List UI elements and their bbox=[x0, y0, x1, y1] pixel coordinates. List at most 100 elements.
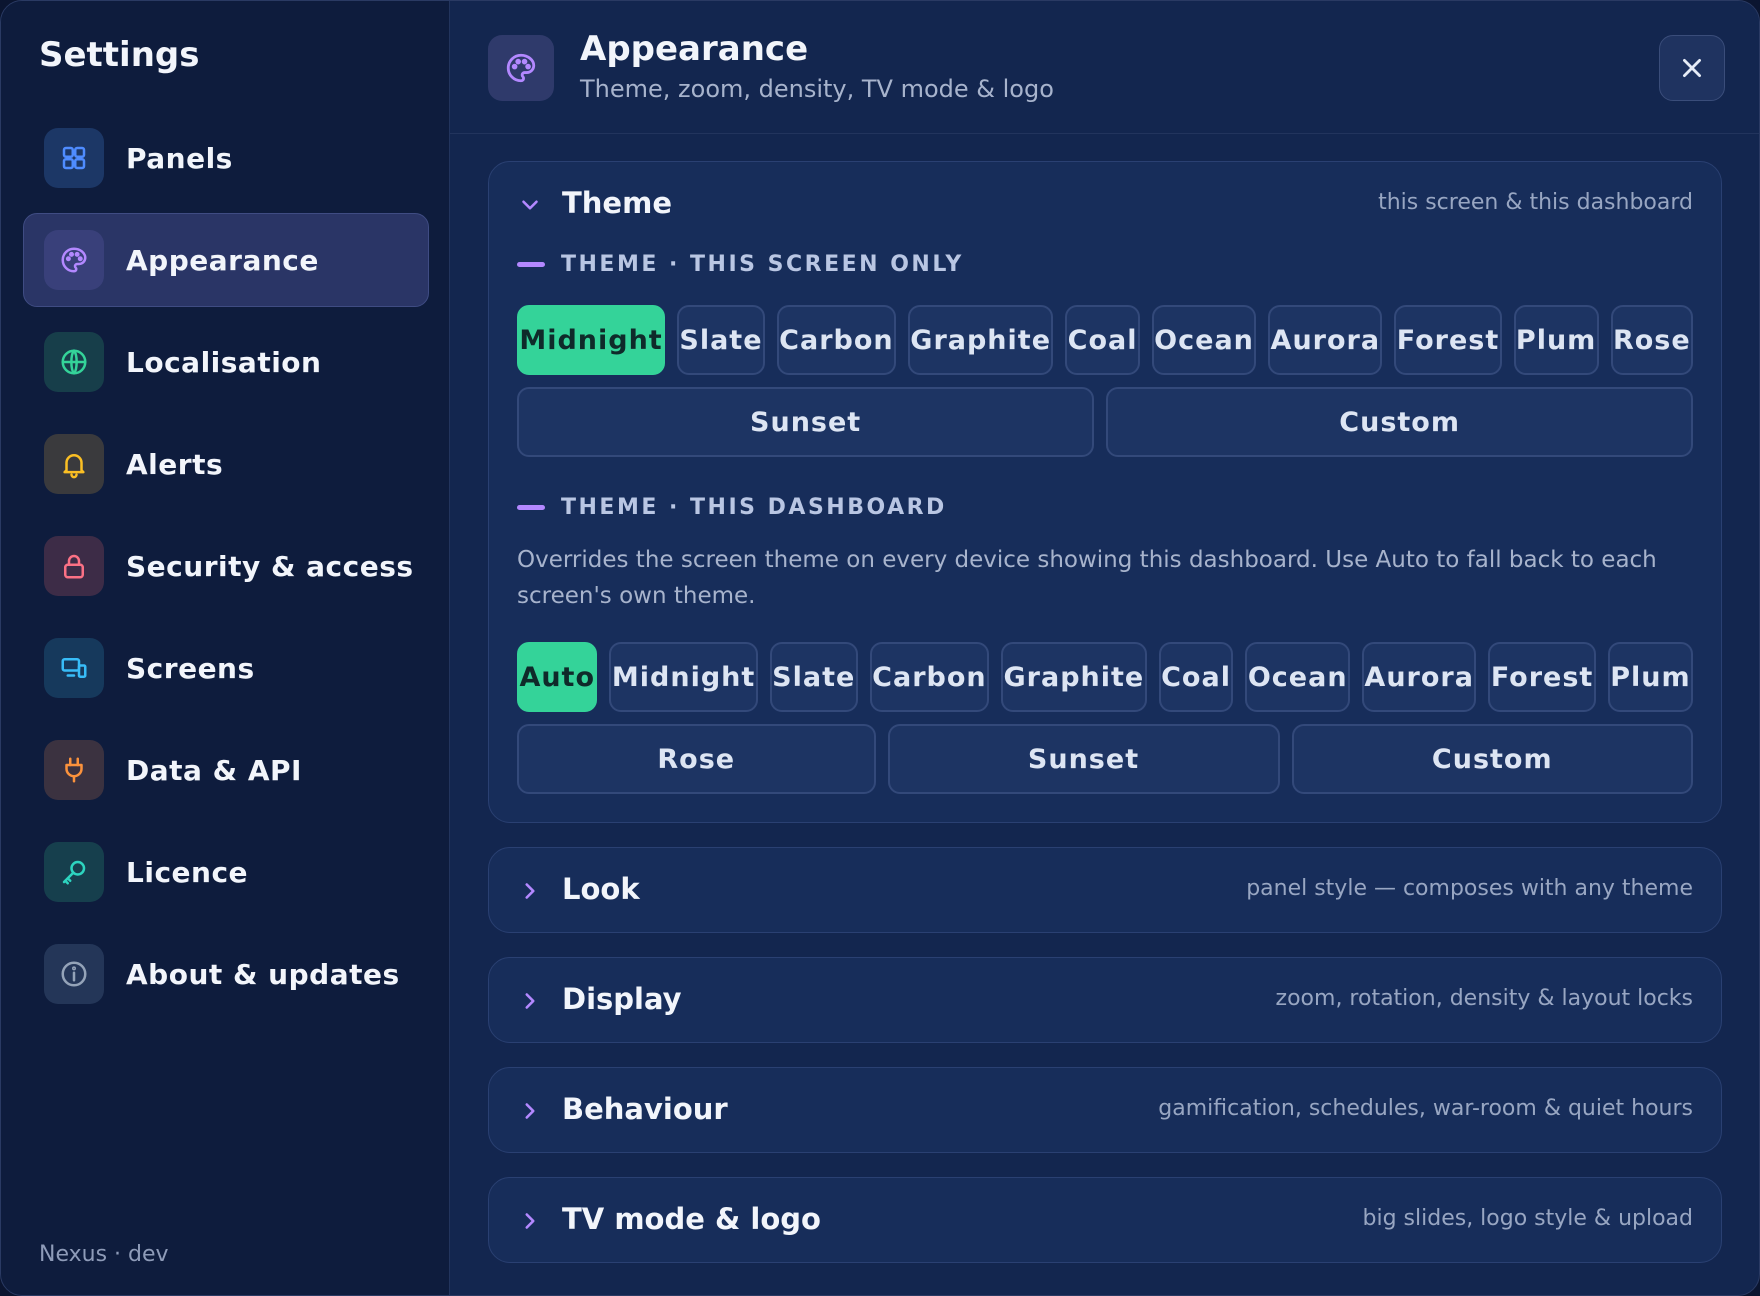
section-title: Behaviour bbox=[562, 1092, 728, 1126]
bell-icon bbox=[44, 434, 104, 494]
section-title: Theme bbox=[562, 186, 672, 220]
sidebar-title: Settings bbox=[39, 35, 200, 75]
section-behaviour[interactable]: Behaviour gamification, schedules, war-ro… bbox=[488, 1067, 1722, 1153]
devices-icon bbox=[44, 638, 104, 698]
info-icon bbox=[44, 944, 104, 1004]
sidebar-item-label: Appearance bbox=[126, 243, 319, 277]
section-header: Display zoom, rotation, density & layout … bbox=[489, 958, 1721, 1044]
page-subtitle: Theme, zoom, density, TV mode & logo bbox=[580, 75, 1054, 103]
palette-icon bbox=[44, 230, 104, 290]
theme-option-midnight[interactable]: Midnight bbox=[609, 642, 758, 712]
theme-option-sunset[interactable]: Sunset bbox=[517, 387, 1095, 457]
close-icon bbox=[1683, 59, 1701, 77]
sidebar-nav: Panels Appearance Localisation Alerts Securi… bbox=[23, 111, 429, 1029]
sidebar: Settings Panels Appearance Localisation Ale… bbox=[1, 1, 450, 1295]
main-panel: Appearance Theme, zoom, density, TV mode… bbox=[450, 1, 1759, 1295]
sidebar-item-label: About & updates bbox=[126, 957, 400, 991]
section-header: TV mode & logo big slides, logo style & u… bbox=[489, 1178, 1721, 1264]
theme-option-coal[interactable]: Coal bbox=[1158, 642, 1234, 712]
chevron-right-icon bbox=[517, 1098, 543, 1124]
chevron-down-icon bbox=[517, 192, 543, 218]
dashboard-theme-label: THEME · THIS DASHBOARD bbox=[517, 495, 1721, 520]
section-hint: this screen & this dashboard bbox=[1378, 190, 1693, 215]
theme-option-auto[interactable]: Auto bbox=[517, 642, 598, 712]
sidebar-item-label: Security & access bbox=[126, 549, 414, 583]
theme-option-slate[interactable]: Slate bbox=[769, 642, 858, 712]
screen-theme-options: Midnight Slate Carbon Graphite Coal Ocean Auro… bbox=[517, 305, 1694, 457]
grid-icon bbox=[44, 128, 104, 188]
section-hint: gamification, schedules, war-room & quie… bbox=[1158, 1096, 1693, 1121]
globe-icon bbox=[44, 332, 104, 392]
theme-option-aurora[interactable]: Aurora bbox=[1361, 642, 1477, 712]
theme-option-sunset[interactable]: Sunset bbox=[887, 724, 1280, 794]
settings-content: Theme this screen & this dashboard THEME… bbox=[488, 161, 1722, 1263]
theme-card-header[interactable]: Theme this screen & this dashboard bbox=[489, 162, 1721, 248]
chevron-right-icon bbox=[517, 988, 543, 1014]
theme-option-carbon[interactable]: Carbon bbox=[776, 305, 896, 375]
close-button[interactable] bbox=[1659, 35, 1725, 101]
section-display[interactable]: Display zoom, rotation, density & layout … bbox=[488, 957, 1722, 1043]
sidebar-item-label: Localisation bbox=[126, 345, 322, 379]
page-header: Appearance Theme, zoom, density, TV mode… bbox=[450, 1, 1759, 134]
theme-option-rose[interactable]: Rose bbox=[1610, 305, 1694, 375]
theme-option-graphite[interactable]: Graphite bbox=[1001, 642, 1147, 712]
section-look[interactable]: Look panel style — composes with any them… bbox=[488, 847, 1722, 933]
theme-option-custom[interactable]: Custom bbox=[1291, 724, 1694, 794]
section-title: TV mode & logo bbox=[562, 1202, 821, 1236]
sidebar-item-licence[interactable]: Licence bbox=[23, 825, 429, 919]
theme-option-plum[interactable]: Plum bbox=[1607, 642, 1694, 712]
chevron-right-icon bbox=[517, 1208, 543, 1234]
section-tv-mode-logo[interactable]: TV mode & logo big slides, logo style & u… bbox=[488, 1177, 1722, 1263]
sidebar-item-label: Panels bbox=[126, 141, 233, 175]
theme-option-graphite[interactable]: Graphite bbox=[907, 305, 1054, 375]
theme-option-plum[interactable]: Plum bbox=[1513, 305, 1599, 375]
screen-theme-label-text: THEME · THIS SCREEN ONLY bbox=[561, 252, 964, 277]
section-accent-bar bbox=[517, 505, 545, 510]
section-title: Look bbox=[562, 872, 640, 906]
theme-option-midnight[interactable]: Midnight bbox=[517, 305, 666, 375]
dashboard-theme-description: Overrides the screen theme on every devi… bbox=[517, 547, 1657, 609]
dashboard-theme-options: Auto Midnight Slate Carbon Graphite Coal Ocean… bbox=[517, 642, 1694, 794]
sidebar-item-appearance[interactable]: Appearance bbox=[23, 213, 429, 307]
collapsed-sections: Look panel style — composes with any them… bbox=[488, 847, 1722, 1263]
theme-option-custom[interactable]: Custom bbox=[1106, 387, 1694, 457]
dashboard-theme-label-text: THEME · THIS DASHBOARD bbox=[561, 495, 947, 520]
sidebar-item-label: Licence bbox=[126, 855, 249, 889]
section-title: Display bbox=[562, 982, 682, 1016]
theme-option-rose[interactable]: Rose bbox=[517, 724, 876, 794]
sidebar-item-alerts[interactable]: Alerts bbox=[23, 417, 429, 511]
theme-option-slate[interactable]: Slate bbox=[677, 305, 765, 375]
settings-window: Settings Panels Appearance Localisation Ale… bbox=[0, 0, 1760, 1296]
app-version: Nexus · dev bbox=[39, 1242, 169, 1267]
theme-option-coal[interactable]: Coal bbox=[1065, 305, 1140, 375]
sidebar-item-localisation[interactable]: Localisation bbox=[23, 315, 429, 409]
palette-icon bbox=[488, 35, 554, 101]
theme-option-ocean[interactable]: Ocean bbox=[1245, 642, 1350, 712]
section-header: Look panel style — composes with any them… bbox=[489, 848, 1721, 934]
theme-option-forest[interactable]: Forest bbox=[1488, 642, 1596, 712]
chevron-right-icon bbox=[517, 878, 543, 904]
screen-theme-label: THEME · THIS SCREEN ONLY bbox=[517, 252, 1721, 277]
sidebar-item-security-access[interactable]: Security & access bbox=[23, 519, 429, 613]
section-hint: panel style — composes with any theme bbox=[1246, 876, 1693, 901]
sidebar-item-about-updates[interactable]: About & updates bbox=[23, 927, 429, 1021]
lock-icon bbox=[44, 536, 104, 596]
section-accent-bar bbox=[517, 262, 545, 267]
section-hint: big slides, logo style & upload bbox=[1362, 1206, 1693, 1231]
sidebar-item-label: Data & API bbox=[126, 753, 302, 787]
sidebar-item-data-api[interactable]: Data & API bbox=[23, 723, 429, 817]
sidebar-item-label: Alerts bbox=[126, 447, 224, 481]
theme-card: Theme this screen & this dashboard THEME… bbox=[488, 161, 1722, 823]
section-hint: zoom, rotation, density & layout locks bbox=[1275, 986, 1693, 1011]
theme-option-forest[interactable]: Forest bbox=[1394, 305, 1502, 375]
page-title: Appearance bbox=[580, 29, 809, 69]
plug-icon bbox=[44, 740, 104, 800]
sidebar-item-panels[interactable]: Panels bbox=[23, 111, 429, 205]
sidebar-item-label: Screens bbox=[126, 651, 255, 685]
section-header: Behaviour gamification, schedules, war-ro… bbox=[489, 1068, 1721, 1154]
sidebar-item-screens[interactable]: Screens bbox=[23, 621, 429, 715]
theme-option-carbon[interactable]: Carbon bbox=[869, 642, 990, 712]
key-icon bbox=[44, 842, 104, 902]
theme-option-aurora[interactable]: Aurora bbox=[1268, 305, 1383, 375]
theme-option-ocean[interactable]: Ocean bbox=[1151, 305, 1257, 375]
